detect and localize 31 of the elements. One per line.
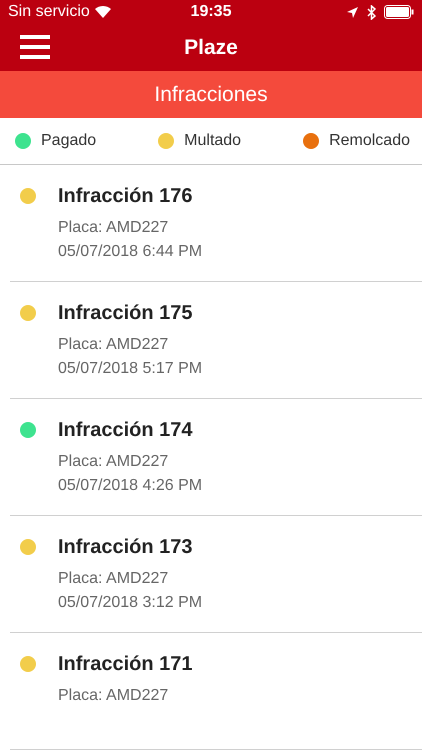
infraction-title: Infracción 171 [58, 652, 193, 676]
infraction-item[interactable]: Infracción 174 Placa: AMD227 05/07/2018 4:26 PM [10, 399, 422, 516]
plate-text: Placa: AMD227 [58, 686, 170, 706]
plate-text: Placa: AMD227 [58, 569, 170, 589]
clock-text: 19:35 [190, 2, 232, 22]
wifi-icon [94, 5, 112, 19]
infraction-title: Infracción 174 [58, 418, 194, 442]
infraction-title: Infracción 176 [58, 184, 194, 208]
date-text: 05/07/2018 4:26 PM [58, 476, 202, 496]
infraction-title: Infracción 175 [58, 301, 194, 325]
section-title: Infracciones [154, 82, 268, 108]
infraction-item[interactable]: Infracción 176 Placa: AMD227 05/07/2018 6:44 PM [10, 165, 422, 282]
infraction-title: Infracción 173 [58, 535, 194, 559]
plate-text: Placa: AMD227 [58, 218, 170, 238]
menu-button[interactable] [20, 35, 50, 60]
carrier-text: Sin servicio [8, 2, 90, 22]
infraction-item[interactable]: Infracción 171 Placa: AMD227 [10, 633, 422, 750]
infraction-item[interactable]: Infracción 175 Placa: AMD227 05/07/2018 5:17 PM [10, 282, 422, 399]
battery-icon [384, 5, 414, 19]
plate-text: Placa: AMD227 [58, 452, 170, 472]
legend-label: Remolcado [329, 130, 410, 151]
legend-label: Multado [184, 130, 242, 151]
bluetooth-icon [367, 4, 376, 20]
date-text: 05/07/2018 5:17 PM [58, 359, 202, 379]
app-title: Plaze [184, 34, 238, 61]
date-text: 05/07/2018 3:12 PM [58, 593, 202, 613]
plate-text: Placa: AMD227 [58, 335, 170, 355]
infraction-item[interactable]: Infracción 173 Placa: AMD227 05/07/2018 3:12 PM [10, 516, 422, 633]
legend-label: Pagado [41, 130, 96, 151]
date-text: 05/07/2018 6:44 PM [58, 242, 202, 262]
location-arrow-icon [346, 6, 359, 18]
